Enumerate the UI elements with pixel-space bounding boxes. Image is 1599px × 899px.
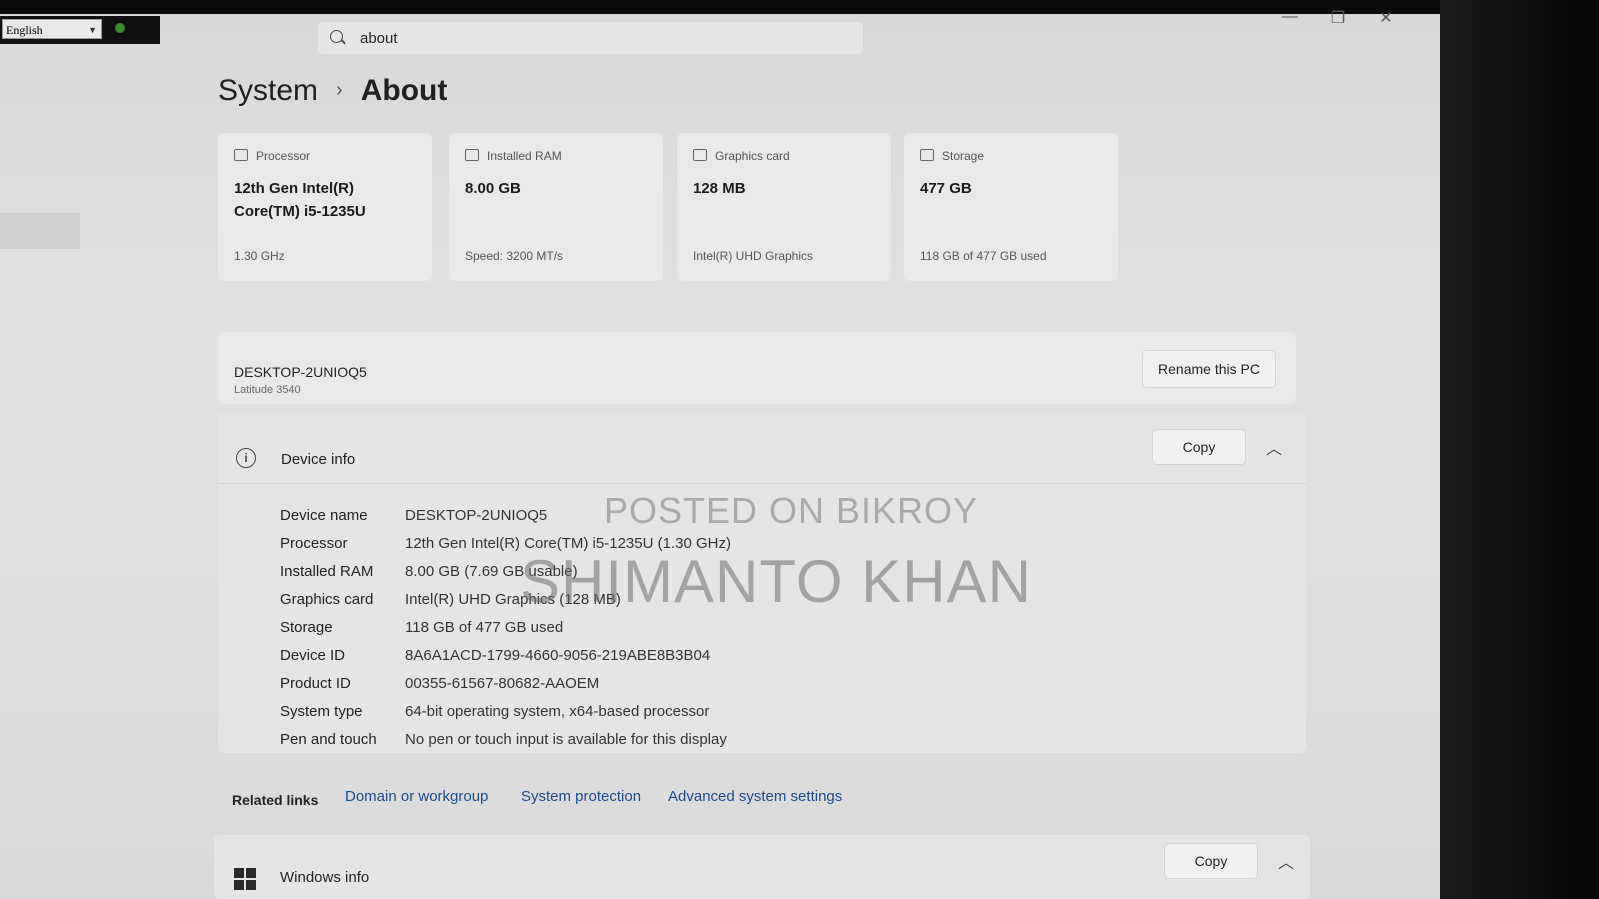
spec-key: Graphics card [280,591,374,608]
search-box[interactable]: about [318,22,863,54]
graphics-card: Graphics card 128 MB Intel(R) UHD Graphi… [677,133,891,281]
spec-key: Installed RAM [280,563,374,580]
spec-key: Product ID [280,675,351,692]
search-input[interactable]: about [360,30,398,47]
card-sub: Intel(R) UHD Graphics [693,249,814,263]
processor-icon [234,149,248,161]
display-icon [693,149,707,161]
device-info-copy-button[interactable]: Copy [1152,429,1246,465]
chevron-down-icon: ▼ [88,25,97,35]
pc-name-row: DESKTOP-2UNIOQ5 Latitude 3540 Rename thi… [218,332,1296,404]
spec-key: Pen and touch [280,731,377,748]
search-icon [330,30,343,43]
watermark-line-1: POSTED ON BIKROY [604,490,979,531]
domain-workgroup-link[interactable]: Domain or workgroup [345,788,488,805]
windows-logo-icon [234,868,256,890]
page-title: About [360,74,448,107]
card-value: 8.00 GB [465,180,521,197]
language-select-value: English [6,23,43,37]
card-label: Installed RAM [487,149,562,163]
spec-value: DESKTOP-2UNIOQ5 [405,507,548,524]
spec-key: Device name [280,507,368,524]
breadcrumb-separator-icon: › [336,79,343,101]
breadcrumb: System › About [218,74,447,108]
memory-icon [465,149,479,161]
spec-key: Device ID [280,647,346,664]
spec-value: 00355-61567-80682-AAOEM [405,675,600,692]
card-sub: 118 GB of 477 GB used [920,249,1047,263]
spec-key: Processor [280,535,348,552]
input-indicator-icon [115,23,125,33]
close-button[interactable]: ✕ [1376,8,1396,28]
ram-card: Installed RAM 8.00 GB Speed: 3200 MT/s [449,133,663,281]
windows-info-title: Windows info [280,869,370,886]
card-label: Processor [256,149,311,163]
system-protection-link[interactable]: System protection [521,788,641,805]
sidebar-item-selected[interactable] [0,213,80,249]
language-select[interactable]: English ▼ [2,19,102,39]
card-label: Storage [942,149,985,163]
card-value: 12th Gen Intel(R) Core(TM) i5-1235U [234,180,366,220]
rename-pc-button[interactable]: Rename this PC [1142,350,1276,388]
spec-value: 64-bit operating system, x64-based proce… [405,703,710,720]
settings-window: English ▼ about — ❐ ✕ System › About Proce… [0,0,1440,899]
spec-key: System type [280,703,363,720]
advanced-system-settings-link[interactable]: Advanced system settings [668,788,842,805]
spec-value: 8A6A1ACD-1799-4660-9056-219ABE8B3B04 [405,647,711,664]
spec-key: Storage [280,619,333,636]
processor-card: Processor 12th Gen Intel(R) Core(TM) i5-… [218,133,432,281]
maximize-button[interactable]: ❐ [1328,8,1348,28]
spec-value: No pen or touch input is available for t… [405,731,727,748]
info-icon: i [236,448,256,468]
related-links: Related links Domain or workgroup System… [218,770,1306,820]
device-info-header[interactable]: i Device info Copy ︿ [218,413,1306,484]
device-info-title: Device info [281,451,356,468]
screen-bezel-top [0,0,1440,14]
card-sub: 1.30 GHz [234,249,285,263]
minimize-button[interactable]: — [1280,8,1300,26]
spec-value: 118 GB of 477 GB used [405,619,564,636]
screen-bezel-right [1440,0,1599,899]
windows-info-copy-button[interactable]: Copy [1164,843,1258,879]
language-bar: English ▼ [0,16,160,44]
card-value: 128 MB [693,180,746,197]
watermark-line-2: SHIMANTO KHAN [520,548,1032,615]
storage-icon [920,149,934,161]
chevron-up-icon[interactable]: ︿ [1266,435,1282,459]
windows-info-section[interactable]: Windows info Copy ︿ [214,835,1310,899]
chevron-up-icon[interactable]: ︿ [1278,849,1294,873]
pc-name: DESKTOP-2UNIOQ5 [234,364,367,380]
pc-model: Latitude 3540 [234,384,301,396]
card-sub: Speed: 3200 MT/s [465,249,564,263]
storage-card: Storage 477 GB 118 GB of 477 GB used [904,133,1118,281]
related-links-label: Related links [232,792,319,808]
breadcrumb-parent[interactable]: System [218,74,318,107]
card-label: Graphics card [715,149,790,163]
card-value: 477 GB [920,180,972,197]
